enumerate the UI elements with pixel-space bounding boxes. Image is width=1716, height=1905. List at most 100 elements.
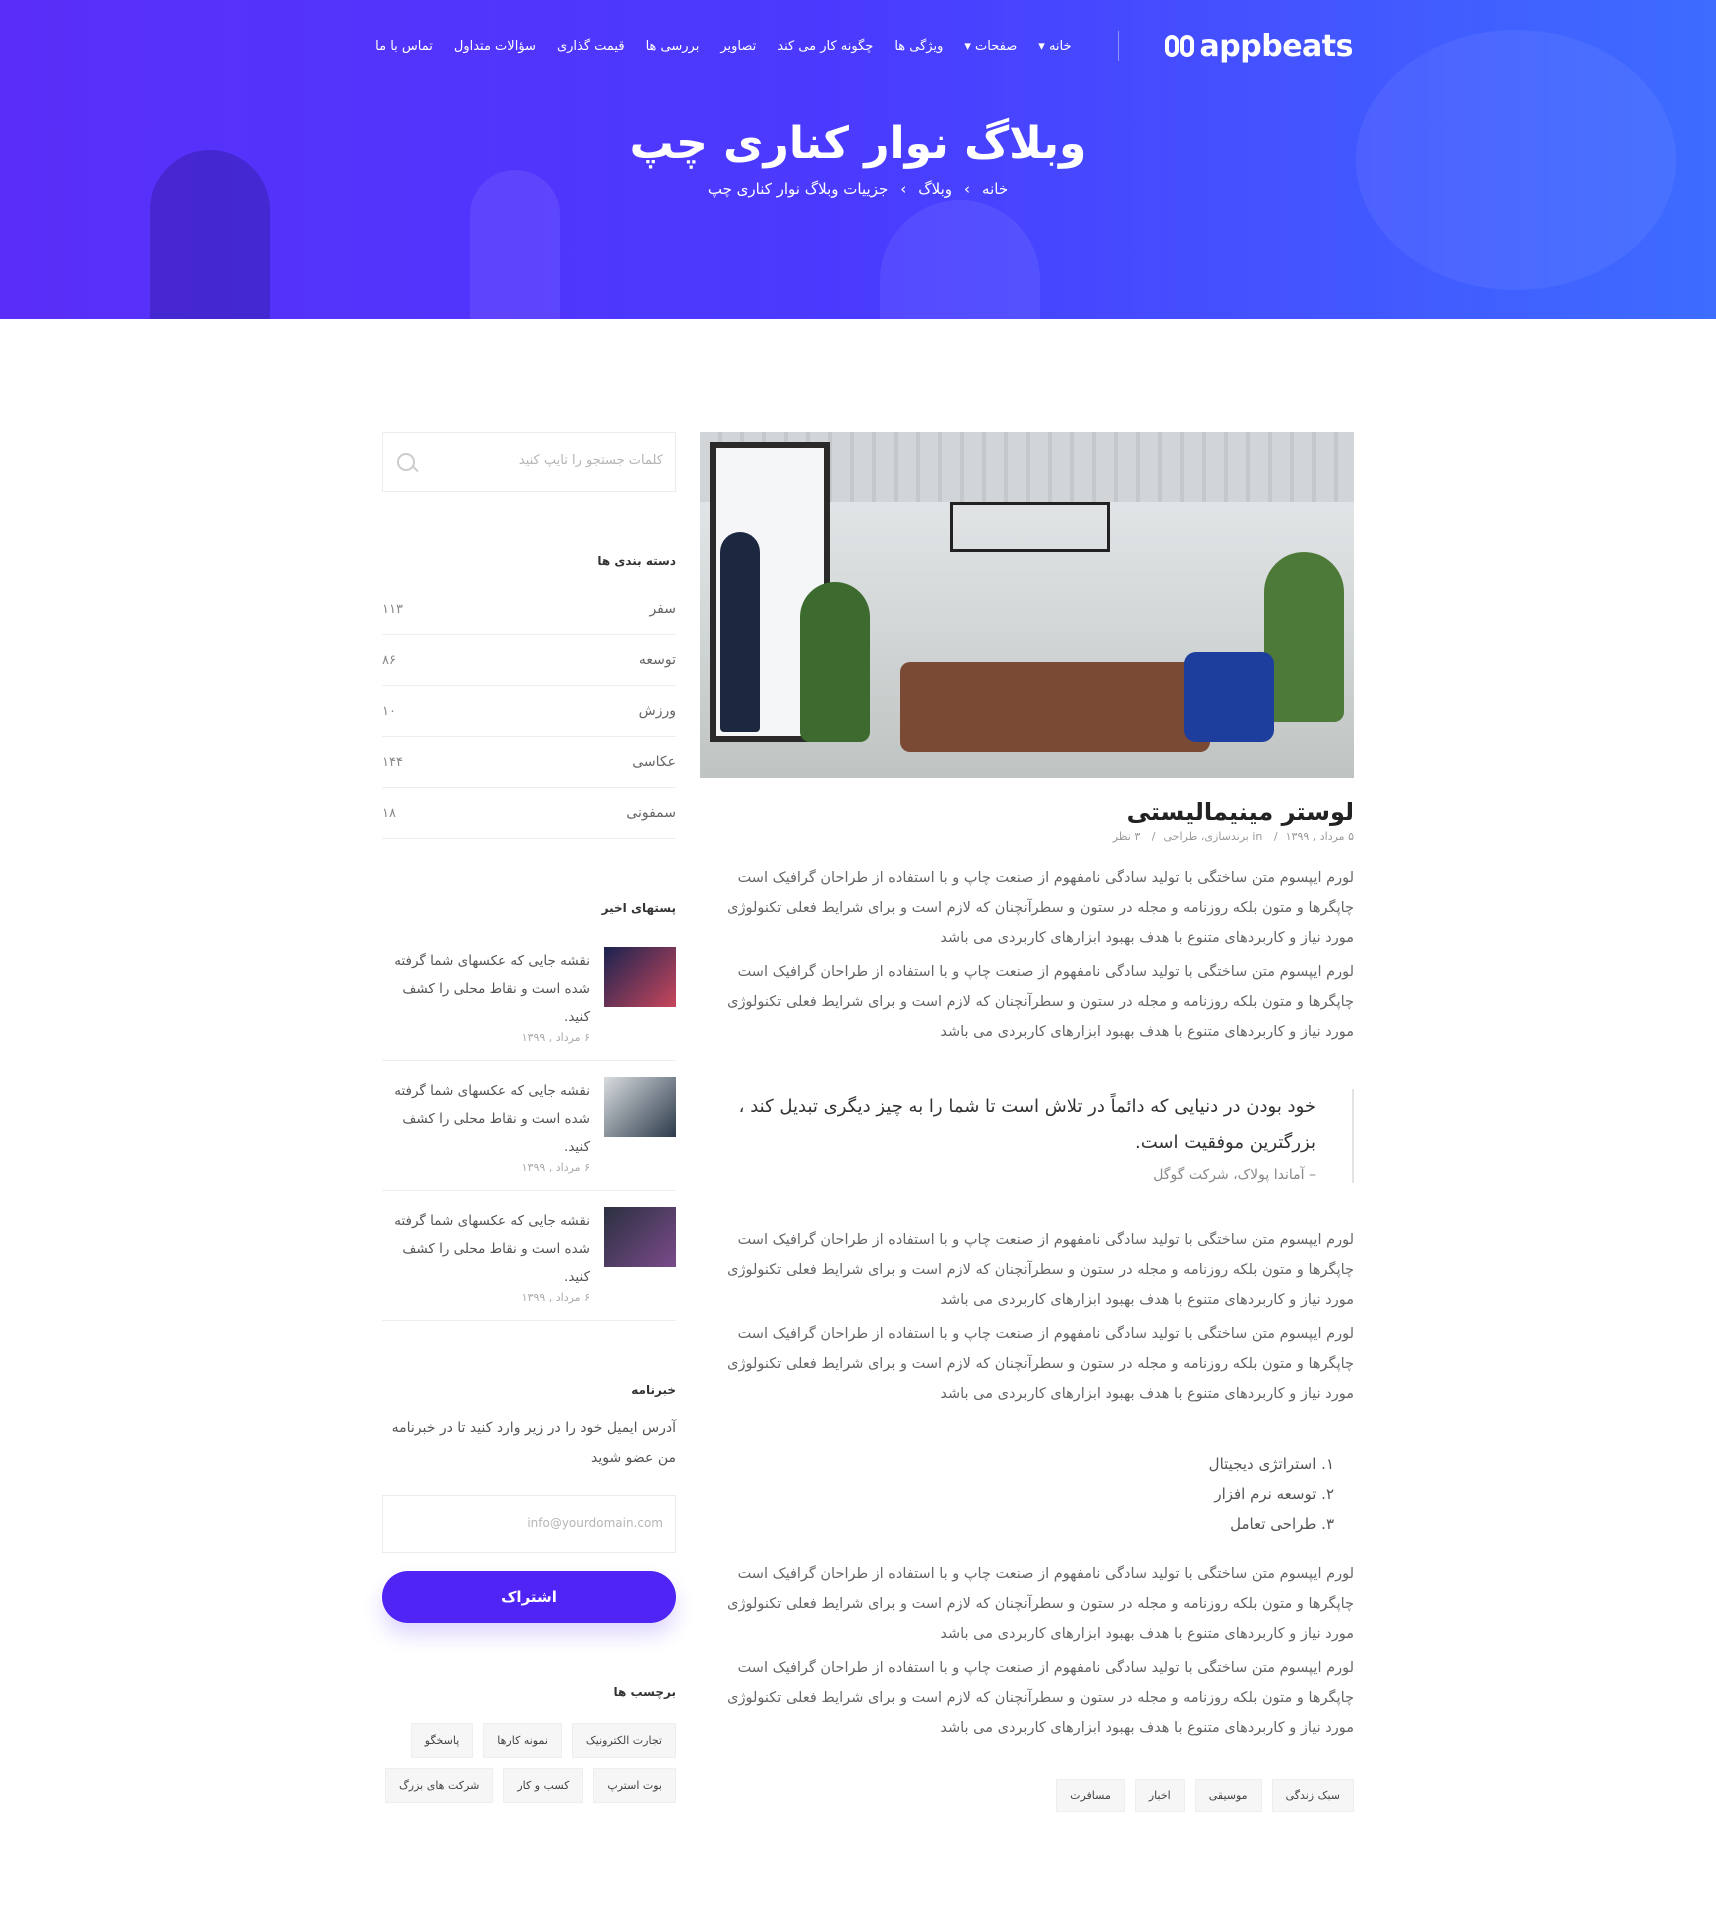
tag-business[interactable]: کسب و کار [503,1768,584,1803]
post-paragraph: لورم ایپسوم متن ساختگی با تولید سادگی نا… [727,1326,1354,1402]
nav-divider [1117,31,1119,61]
meta-separator: / [1151,830,1156,843]
ordered-list: ۱. استراتژی دیجیتال ۲. توسعه نرم افزار ۳… [700,1449,1334,1539]
hero-background-figure [150,150,270,319]
breadcrumb-current: جزییات وبلاگ نوار کناری چپ [707,180,889,198]
tag-lifestyle[interactable]: سبک زندگی [1271,1779,1354,1812]
search-box[interactable]: کلمات جستجو را تایپ کنید [382,432,676,492]
nav-item-faq[interactable]: سؤالات متداول [454,39,536,54]
recent-post-thumbnail[interactable] [604,1207,676,1267]
nav-item-reviews[interactable]: بررسی ها [646,39,700,54]
tag-corporate[interactable]: شرکت های بزرگ [384,1768,494,1803]
tag-bootstrap[interactable]: بوت استرپ [593,1768,676,1803]
tag-ecommerce[interactable]: تجارت الکترونیک [571,1723,676,1758]
recent-post[interactable]: نقشه جایی که عکسهای شما گرفته شده است و … [382,1191,676,1321]
category-name: ورزش [638,703,676,719]
post-meta: ۵ مرداد , ۱۳۹۹ / in برندسازی، طراحی / ۳ نظ… [700,830,1354,843]
newsletter-title: خبرنامه [631,1383,676,1397]
recent-post-date: ۶ مرداد , ۱۳۹۹ [521,1031,590,1044]
sidebar: کلمات جستجو را تایپ کنید دسته بندی ها سف… [382,432,676,1803]
nav-menu: خانه ▾ صفحات ▾ ویژگی ها چگونه کار می کند… [375,39,1071,54]
categories-list: سفر ۱۱۳ توسعه ۸۶ ورزش ۱۰ عکاسی ۱۴۴ سمفونی ۱۸ [382,584,676,839]
nav-item-pages[interactable]: صفحات ▾ [964,39,1017,54]
tag-portfolio[interactable]: نمونه کارها [483,1723,562,1758]
email-placeholder: info@yourdomain.com [527,1516,663,1530]
logo-icon [1164,35,1194,57]
recent-post-thumbnail[interactable] [604,947,676,1007]
tag-news[interactable]: اخبار [1134,1779,1185,1812]
category-count: ۸۶ [382,652,396,668]
brand-logo[interactable]: appbeats [1164,28,1354,64]
post-paragraph: لورم ایپسوم متن ساختگی با تولید سادگی نا… [727,1566,1354,1642]
recent-post[interactable]: نقشه جایی که عکسهای شما گرفته شده است و … [382,931,676,1061]
nav-item-contact[interactable]: تماس با ما [375,39,433,54]
nav-item-home[interactable]: خانه ▾ [1038,39,1071,54]
subscribe-button[interactable]: اشتراک [382,1571,676,1623]
post-paragraph: لورم ایپسوم متن ساختگی با تولید سادگی نا… [727,964,1354,1040]
post-tags: سبک زندگی موسیقی اخبار مسافرت [700,1779,1354,1812]
tag-travel[interactable]: مسافرت [1056,1779,1125,1812]
blockquote: خود بودن در دنیایی که دائماً در تلاش است… [700,1089,1354,1183]
nav-item-label: صفحات [975,38,1018,54]
search-input[interactable]: کلمات جستجو را تایپ کنید [519,453,663,468]
search-icon[interactable] [397,453,415,471]
nav-item-how-it-works[interactable]: چگونه کار می کند [777,39,873,54]
recent-post-date: ۶ مرداد , ۱۳۹۹ [521,1161,590,1174]
list-item: ۱. استراتژی دیجیتال [1208,1455,1334,1473]
recent-posts-title: پستهای اخیر [601,901,676,915]
category-item[interactable]: سمفونی ۱۸ [382,788,676,839]
tag-cloud: تجارت الکترونیک نمونه کارها پاسخگو بوت ا… [382,1723,676,1803]
nav-item-label: خانه [1048,38,1072,54]
chevron-left-icon: › [964,180,971,198]
page-title: وبلاگ نوار کناری چپ [629,118,1087,169]
brand-name: appbeats [1199,28,1354,64]
post-paragraph: لورم ایپسوم متن ساختگی با تولید سادگی نا… [727,1660,1354,1736]
recent-post-date: ۶ مرداد , ۱۳۹۹ [521,1291,590,1304]
category-count: ۱۱۳ [382,601,403,617]
breadcrumb-blog[interactable]: وبلاگ [918,180,952,198]
category-name: سمفونی [626,805,676,821]
post-featured-image [700,432,1354,778]
category-name: توسعه [638,652,676,668]
email-field[interactable]: info@yourdomain.com [382,1495,676,1553]
breadcrumb-home[interactable]: خانه [982,180,1008,198]
category-item[interactable]: عکاسی ۱۴۴ [382,737,676,788]
recent-post-title[interactable]: نقشه جایی که عکسهای شما گرفته شده است و … [382,1207,590,1291]
post-content: لوستر مینیمالیستی ۵ مرداد , ۱۳۹۹ / in برن… [700,432,1354,1812]
post-categories[interactable]: in برندسازی، طراحی [1164,830,1263,843]
category-count: ۱۰ [382,703,396,719]
category-name: سفر [649,601,676,617]
category-item[interactable]: سفر ۱۱۳ [382,584,676,635]
categories-title: دسته بندی ها [597,554,676,568]
post-title: لوستر مینیمالیستی [1126,798,1354,826]
image-chair [1184,652,1274,742]
recent-post-title[interactable]: نقشه جایی که عکسهای شما گرفته شده است و … [382,947,590,1031]
list-item: ۳. طراحی تعامل [1230,1515,1334,1533]
category-name: عکاسی [632,754,676,770]
tag-music[interactable]: موسیقی [1194,1779,1262,1812]
post-date: ۵ مرداد , ۱۳۹۹ [1285,830,1354,843]
post-paragraph: لورم ایپسوم متن ساختگی با تولید سادگی نا… [727,1232,1354,1308]
category-item[interactable]: توسعه ۸۶ [382,635,676,686]
nav-item-screenshots[interactable]: تصاویر [720,39,756,54]
image-chandelier [950,502,1110,552]
recent-posts-list: نقشه جایی که عکسهای شما گرفته شده است و … [382,931,676,1321]
image-sofa [900,662,1210,752]
recent-post[interactable]: نقشه جایی که عکسهای شما گرفته شده است و … [382,1061,676,1191]
recent-post-title[interactable]: نقشه جایی که عکسهای شما گرفته شده است و … [382,1077,590,1161]
category-count: ۱۴۴ [382,754,403,770]
chevron-down-icon: ▾ [1038,38,1045,54]
newsletter-text: آدرس ایمیل خود را در زیر وارد کنید تا در… [391,1420,676,1466]
recent-post-thumbnail[interactable] [604,1077,676,1137]
nav-item-features[interactable]: ویژگی ها [894,39,943,54]
nav-item-pricing[interactable]: قیمت گذاری [557,39,625,54]
image-plant [1264,552,1344,722]
image-person [720,532,760,732]
post-paragraph: لورم ایپسوم متن ساختگی با تولید سادگی نا… [727,870,1354,946]
list-item: ۲. توسعه نرم افزار [1214,1485,1334,1503]
chevron-down-icon: ▾ [964,38,971,54]
tag-responsive[interactable]: پاسخگو [410,1723,474,1758]
post-comments[interactable]: ۳ نظر [1113,830,1141,843]
category-item[interactable]: ورزش ۱۰ [382,686,676,737]
top-navigation: appbeats خانه ▾ صفحات ▾ ویژگی ها چگونه ک… [370,24,1353,68]
